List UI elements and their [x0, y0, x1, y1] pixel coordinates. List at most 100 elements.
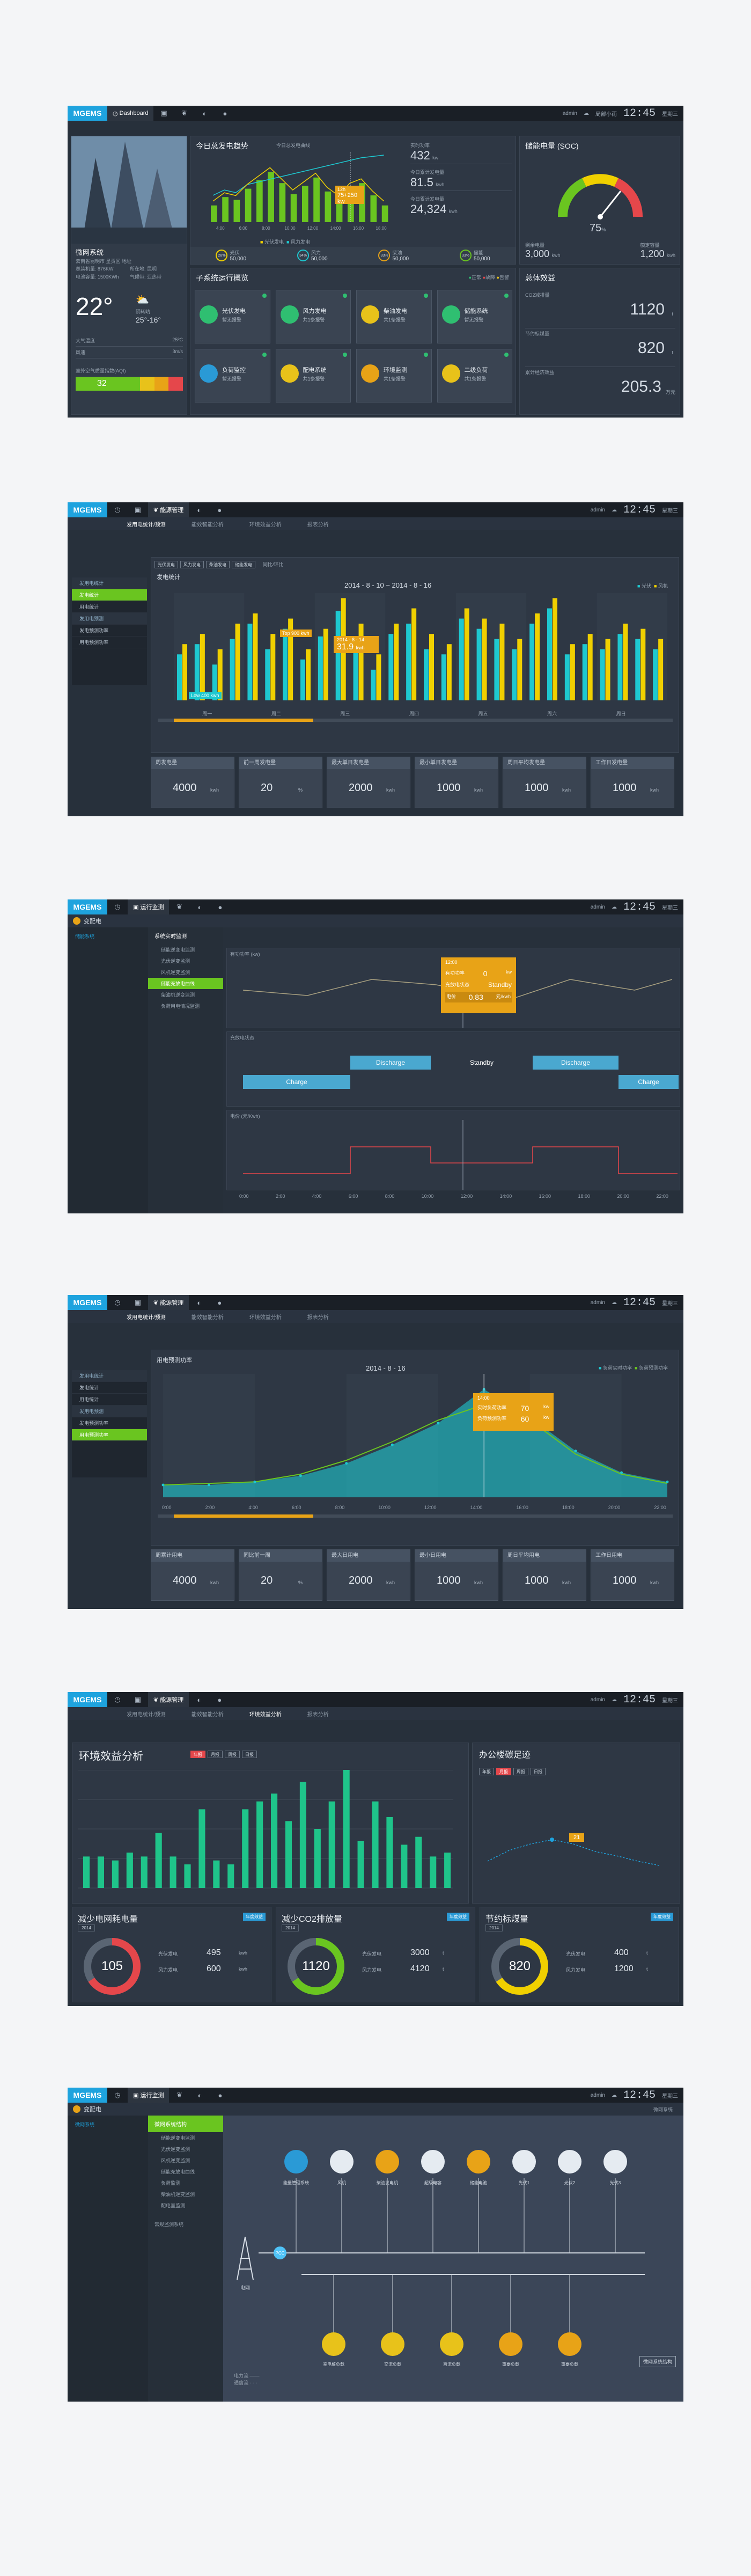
sidebar-item-use-stats[interactable]: 用电统计 [72, 1394, 147, 1406]
user-icon[interactable]: ● [215, 106, 235, 121]
sidebar-group-forecast[interactable]: 发用电预测 [72, 613, 147, 625]
globe-icon[interactable]: ◐ [194, 106, 215, 121]
user-menu[interactable]: admin [591, 1300, 605, 1306]
sidebar-group-forecast[interactable]: 发用电预测 [72, 1406, 147, 1417]
year-select[interactable]: 2014 [282, 1924, 299, 1931]
subsystem-card[interactable]: 光伏发电 暂无报警 [195, 290, 270, 343]
sub-sidebar-item[interactable]: 光伏逆变监测 [148, 2143, 223, 2155]
tree-item-storage[interactable]: 储能系统 [68, 927, 148, 945]
system-label[interactable]: 变配电 [84, 2105, 101, 2113]
tab-stats-forecast[interactable]: 发用电统计/预测 [127, 520, 166, 528]
user-menu[interactable]: admin [591, 1697, 605, 1703]
year-select[interactable]: 2014 [485, 1924, 503, 1931]
subsystem-card[interactable]: 柴油发电 共1条报警 [356, 290, 432, 343]
annual-button[interactable]: 年度效益 [243, 1913, 266, 1921]
system-label[interactable]: 变配电 [84, 917, 101, 925]
monitor-icon[interactable]: ▣ [128, 1692, 148, 1707]
annual-button[interactable]: 年度效益 [447, 1913, 469, 1921]
filter-storage[interactable]: 储能发电 [232, 561, 255, 568]
clock-icon[interactable]: ◷ [107, 1692, 128, 1707]
user-icon[interactable]: ● [209, 1692, 230, 1707]
clock-icon[interactable]: ◷ [107, 899, 128, 914]
globe-icon[interactable]: ◐ [189, 2088, 210, 2103]
btn-week[interactable]: 周报 [513, 1768, 528, 1775]
sub-sidebar-item[interactable]: 常规监测系统 [148, 2216, 223, 2232]
sidebar-group-stats[interactable]: 发用电统计 [72, 577, 147, 589]
user-menu[interactable]: admin [591, 904, 605, 910]
sub-sidebar-title[interactable]: 微网系统结构 [148, 2116, 223, 2132]
range-slider-handle[interactable] [174, 1514, 313, 1518]
filter-pv[interactable]: 光伏发电 [154, 561, 178, 568]
sub-sidebar-item[interactable]: 光伏逆变监测 [148, 955, 223, 967]
filter-wind[interactable]: 风力发电 [180, 561, 204, 568]
subsystem-card[interactable]: 负荷监控 暂无报警 [195, 349, 270, 402]
sidebar-item-use-stats[interactable]: 用电统计 [72, 601, 147, 613]
tab-reports[interactable]: 报表分析 [307, 520, 329, 528]
sidebar-item-gen-forecast[interactable]: 发电预测功率 [72, 1417, 147, 1429]
clock-icon[interactable]: ◷ [107, 502, 128, 517]
globe-icon[interactable]: ◐ [189, 899, 210, 914]
sub-sidebar-item[interactable]: 柴油机逆变监测 [148, 989, 223, 1000]
btn-year[interactable]: 年报 [479, 1768, 494, 1775]
sub-sidebar-item[interactable]: 风机逆变监测 [148, 967, 223, 978]
tab-environment[interactable]: 环境效益分析 [249, 1313, 282, 1321]
tab-reports[interactable]: 报表分析 [307, 1710, 329, 1718]
btn-week[interactable]: 周报 [225, 1751, 240, 1758]
tab-stats-forecast[interactable]: 发用电统计/预测 [127, 1313, 166, 1321]
sub-sidebar-item-active[interactable]: 储能充放电曲线 [148, 978, 223, 989]
user-menu[interactable]: admin [591, 507, 605, 513]
filter-diesel[interactable]: 柴油发电 [206, 561, 230, 568]
sub-sidebar-item[interactable]: 风机逆变监测 [148, 2155, 223, 2166]
tab-efficiency[interactable]: 能效智能分析 [192, 1313, 224, 1321]
sub-sidebar-item[interactable]: 储能逆变电监测 [148, 2132, 223, 2143]
range-slider[interactable] [158, 719, 673, 722]
globe-icon[interactable]: ◐ [189, 1295, 209, 1310]
tab-efficiency[interactable]: 能效智能分析 [192, 520, 224, 528]
btn-month[interactable]: 月报 [208, 1751, 223, 1758]
sidebar-item-use-forecast[interactable]: 用电预测功率 [72, 636, 147, 648]
sub-sidebar-item[interactable]: 柴油机逆变监测 [148, 2189, 223, 2200]
annual-button[interactable]: 年度效益 [651, 1913, 673, 1921]
sidebar-item-gen-forecast[interactable]: 发电预测功率 [72, 625, 147, 636]
globe-icon[interactable]: ◐ [189, 502, 209, 517]
tree-item-microgrid[interactable]: 微网系统 [68, 2116, 148, 2133]
btn-month[interactable]: 月报 [496, 1768, 511, 1775]
sub-sidebar-item[interactable]: 配电室监测 [148, 2200, 223, 2211]
btn-year[interactable]: 年报 [190, 1751, 205, 1758]
monitor-icon[interactable]: ▣ [128, 502, 148, 517]
clock-icon[interactable]: ◷ [107, 1295, 128, 1310]
leaf-icon[interactable]: ❦ [174, 106, 194, 121]
subsystem-card[interactable]: 储能系统 暂无报警 [437, 290, 512, 343]
user-icon[interactable]: ● [210, 2088, 230, 2103]
user-menu[interactable]: admin [563, 111, 577, 116]
subsystem-card[interactable]: 环境监测 共1条报警 [356, 349, 432, 402]
tab-reports[interactable]: 报表分析 [307, 1313, 329, 1321]
sidebar-item-gen-stats[interactable]: 发电统计 [72, 1382, 147, 1394]
btn-day[interactable]: 日报 [531, 1768, 546, 1775]
user-icon[interactable]: ● [209, 502, 230, 517]
leaf-icon[interactable]: ❦ [169, 899, 189, 914]
user-menu[interactable]: admin [591, 2092, 605, 2098]
clock-icon[interactable]: ◷ [107, 2088, 128, 2103]
nav-dashboard[interactable]: ◷ Dashboard [107, 106, 154, 121]
user-icon[interactable]: ● [209, 1295, 230, 1310]
nav-monitor[interactable]: ▣ 运行监测 [128, 2088, 170, 2103]
nav-energy[interactable]: ❦ 能源管理 [148, 1295, 189, 1310]
tab-environment[interactable]: 环境效益分析 [249, 520, 282, 528]
monitor-icon[interactable]: ▣ [153, 106, 174, 121]
subsystem-card[interactable]: 配电系统 共1条报警 [275, 349, 351, 402]
subsystem-card[interactable]: 风力发电 共1条报警 [275, 290, 351, 343]
sidebar-item-gen-stats[interactable]: 发电统计 [72, 589, 147, 601]
sub-sidebar-item[interactable]: 负荷监测 [148, 2177, 223, 2189]
btn-day[interactable]: 日报 [242, 1751, 257, 1758]
range-slider-handle[interactable] [174, 719, 313, 722]
sub-sidebar-item[interactable]: 负荷用电情况监测 [148, 1000, 223, 1012]
nav-energy[interactable]: ❦ 能源管理 [148, 502, 189, 517]
sub-sidebar-item[interactable]: 储能充放电曲线 [148, 2166, 223, 2177]
tab-efficiency[interactable]: 能效智能分析 [192, 1710, 224, 1718]
user-icon[interactable]: ● [210, 899, 230, 914]
globe-icon[interactable]: ◐ [189, 1692, 209, 1707]
sub-sidebar-item[interactable]: 储能逆变电监测 [148, 944, 223, 955]
subsystem-card[interactable]: 二级负荷 共1条报警 [437, 349, 512, 402]
leaf-icon[interactable]: ❦ [169, 2088, 189, 2103]
